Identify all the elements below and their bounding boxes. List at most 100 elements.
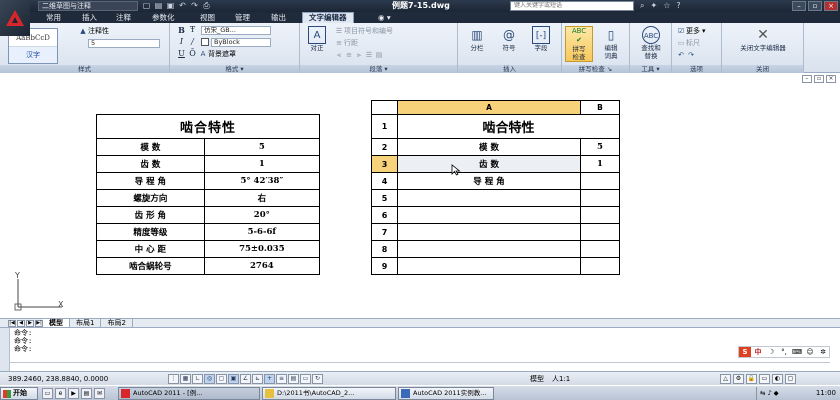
- lock-icon[interactable]: 🔒: [746, 374, 757, 384]
- tab-annotate[interactable]: 注释: [116, 12, 131, 23]
- ruler-button[interactable]: 标尺: [686, 38, 700, 48]
- tab-view[interactable]: 视图: [200, 12, 215, 23]
- annotation-visibility-icon[interactable]: △: [720, 374, 731, 384]
- search-icon[interactable]: ⌕: [640, 1, 644, 11]
- next-layout-icon[interactable]: ▶: [26, 319, 34, 327]
- bullets-icon[interactable]: ☰: [334, 26, 344, 36]
- osnap-icon[interactable]: ▢: [216, 374, 227, 384]
- table-row[interactable]: 7: [371, 223, 621, 241]
- ruler-icon[interactable]: ▭: [676, 38, 686, 48]
- prev-layout-icon[interactable]: ◀: [17, 319, 25, 327]
- table-cell[interactable]: [579, 206, 621, 224]
- tray-security-icon[interactable]: ◆: [774, 388, 779, 399]
- table-cell[interactable]: 导 程 角: [397, 172, 581, 190]
- open-file-icon[interactable]: ▤: [154, 1, 163, 10]
- tab-output[interactable]: 输出: [271, 12, 286, 23]
- background-mask-button[interactable]: 背景遮罩: [208, 49, 236, 59]
- search-input[interactable]: [510, 1, 634, 11]
- line-spacing-icon[interactable]: ≡: [334, 38, 344, 48]
- annotation-scale-button[interactable]: 人1:1: [552, 372, 570, 386]
- table-row[interactable]: 2 模 数 5: [371, 138, 621, 156]
- taskbar-item-document[interactable]: AutoCAD 2011实例教...: [398, 387, 494, 400]
- field-button[interactable]: [-] 字段: [528, 26, 554, 52]
- print-icon[interactable]: ⎙: [202, 1, 211, 10]
- star-icon[interactable]: ☆: [663, 1, 670, 11]
- row-header[interactable]: 9: [371, 257, 398, 275]
- taskbar-item-folder[interactable]: D:\2011书\AutoCAD_2...: [262, 387, 396, 400]
- spell-check-button[interactable]: ABC ✔ 拼写 检查: [565, 26, 593, 62]
- table-row[interactable]: 中 心 距 75±0.035: [96, 240, 321, 258]
- table-row[interactable]: 5: [371, 189, 621, 207]
- ime-logo-icon[interactable]: S: [739, 347, 751, 357]
- ime-keyboard-icon[interactable]: ⌨: [791, 347, 803, 357]
- table-cell[interactable]: [397, 189, 581, 207]
- mail-icon[interactable]: ✉: [94, 388, 105, 399]
- save-icon[interactable]: ▣: [166, 1, 175, 10]
- column-header-b[interactable]: B: [579, 100, 621, 115]
- tab-text-editor[interactable]: 文字编辑器: [302, 12, 354, 23]
- bullets-button[interactable]: 项目符号和编号: [344, 26, 393, 36]
- table-cell[interactable]: [397, 223, 581, 241]
- meshing-characteristics-table[interactable]: 啮合特性 模 数5 齿 数1 导 程 角 5° 42′38″ 螺旋方向右 齿 形 …: [96, 114, 321, 275]
- italic-button[interactable]: I: [176, 37, 187, 47]
- dyn-icon[interactable]: +: [264, 374, 275, 384]
- table-row[interactable]: 1 啮合特性: [371, 114, 620, 139]
- coordinates-readout[interactable]: 389.2460, 238.8840, 0.0000: [8, 372, 108, 386]
- table-row[interactable]: 3 齿 数 1: [371, 155, 621, 173]
- media-icon[interactable]: ▶: [68, 388, 79, 399]
- more-icon[interactable]: ☑: [676, 26, 686, 36]
- font-select[interactable]: 仿宋_GB...: [201, 25, 271, 35]
- redo-text-icon[interactable]: ↷: [686, 50, 696, 60]
- row-header[interactable]: 8: [371, 240, 398, 258]
- align-center-icon[interactable]: ≡: [344, 50, 354, 60]
- drawing-minimize-button[interactable]: –: [802, 75, 812, 83]
- ime-user-icon[interactable]: ☺: [804, 347, 816, 357]
- close-text-editor-button[interactable]: ✕ 关闭文字编辑器: [728, 26, 798, 52]
- overline-button[interactable]: Ō: [187, 49, 198, 59]
- table-row[interactable]: 6: [371, 206, 621, 224]
- table-title-cell[interactable]: 啮合特性: [397, 114, 620, 139]
- minimize-button[interactable]: –: [792, 1, 806, 11]
- underline-button[interactable]: U: [176, 49, 187, 59]
- columns-button[interactable]: ▥ 分栏: [464, 26, 490, 52]
- close-button[interactable]: ×: [824, 1, 838, 11]
- more-button[interactable]: 更多: [686, 26, 700, 36]
- first-layout-icon[interactable]: |◀: [8, 319, 16, 327]
- last-layout-icon[interactable]: ▶|: [35, 319, 43, 327]
- drawing-restore-button[interactable]: ▫: [814, 75, 824, 83]
- help-icon[interactable]: ?: [676, 1, 680, 11]
- taskbar-item-autocad[interactable]: AutoCAD 2011 - [例...: [118, 387, 260, 400]
- command-grip[interactable]: [0, 328, 10, 372]
- line-spacing-button[interactable]: 行距: [344, 38, 358, 48]
- row-header[interactable]: 4: [371, 172, 398, 190]
- ime-settings-icon[interactable]: ✲: [817, 347, 829, 357]
- row-header[interactable]: 1: [371, 114, 398, 139]
- tab-overflow-icon[interactable]: ◉ ▾: [378, 12, 391, 23]
- ime-chinese-icon[interactable]: 中: [752, 347, 764, 357]
- table-row[interactable]: 齿 形 角 20°: [96, 206, 321, 224]
- grid-icon[interactable]: ▦: [180, 374, 191, 384]
- table-cell[interactable]: [579, 172, 621, 190]
- clean-screen-icon[interactable]: ▢: [785, 374, 796, 384]
- align-distribute-icon[interactable]: ▤: [374, 50, 384, 60]
- corner-header[interactable]: [371, 100, 398, 115]
- ime-moon-icon[interactable]: ☽: [765, 347, 777, 357]
- undo-text-icon[interactable]: ↶: [676, 50, 686, 60]
- symbol-button[interactable]: @ 符号: [496, 26, 522, 52]
- table-cell[interactable]: 1: [579, 155, 621, 173]
- tab-manage[interactable]: 管理: [235, 12, 250, 23]
- row-header[interactable]: 3: [371, 155, 398, 173]
- table-row[interactable]: 模 数5: [96, 138, 321, 156]
- row-header[interactable]: 5: [371, 189, 398, 207]
- edit-dictionary-button[interactable]: ▯ 编辑 词典: [597, 26, 625, 60]
- table-cell[interactable]: [579, 189, 621, 207]
- clock[interactable]: 11:00: [816, 388, 840, 399]
- more-dropdown-icon[interactable]: ▾: [702, 26, 706, 36]
- tab-home[interactable]: 常用: [46, 12, 61, 23]
- style-name[interactable]: 汉字: [9, 47, 57, 63]
- ime-punct-icon[interactable]: °,: [778, 347, 790, 357]
- color-select[interactable]: ByBlock: [211, 37, 271, 47]
- table-cell[interactable]: [397, 240, 581, 258]
- workspace-switch-icon[interactable]: ⚙: [733, 374, 744, 384]
- row-header[interactable]: 7: [371, 223, 398, 241]
